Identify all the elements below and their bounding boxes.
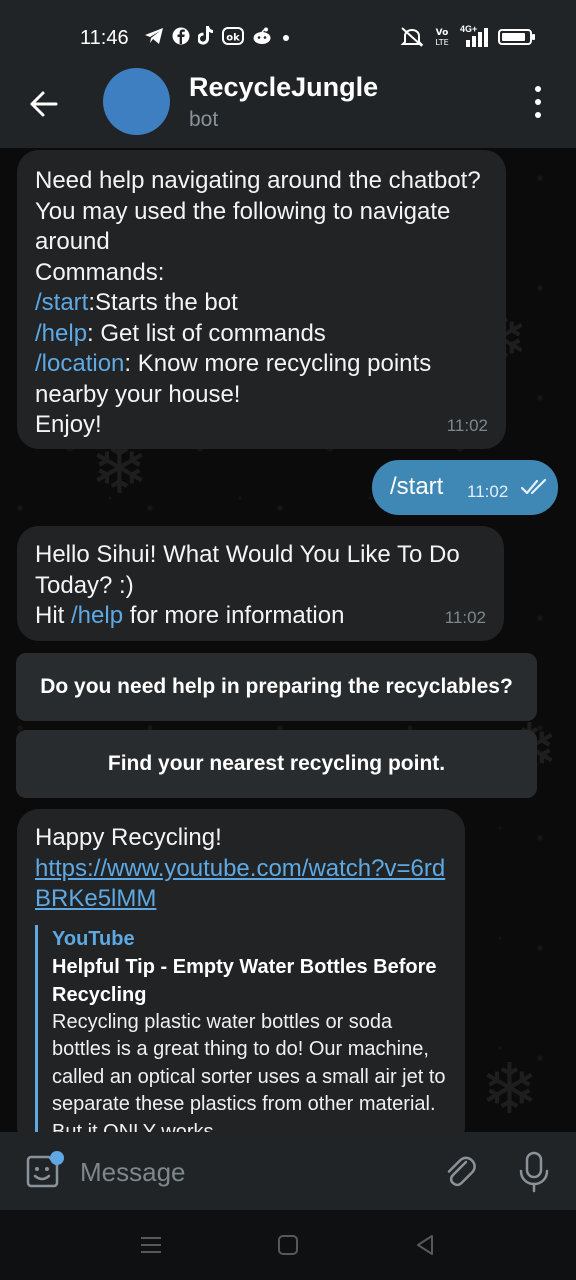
svg-text:Vo: Vo [436, 28, 449, 38]
message-time: 11:02 [446, 415, 488, 435]
signal-4g-icon: 4G+ [460, 24, 488, 48]
youtube-link[interactable]: https://www.youtube.com/watch?v=6rdBRKe5… [35, 855, 445, 913]
facebook-icon [172, 27, 190, 44]
microphone-icon[interactable] [516, 1150, 552, 1194]
system-nav-bar [0, 1210, 576, 1280]
message-text: Need help navigating around the chatbot?… [35, 167, 481, 438]
message-input-bar [0, 1132, 576, 1210]
link-preview[interactable]: YouTube Helpful Tip - Empty Water Bottle… [35, 924, 447, 1133]
message-bubble-outgoing[interactable]: /start 11:02 [372, 460, 558, 515]
preview-title: Helpful Tip - Empty Water Bottles Before… [52, 955, 437, 1006]
dot-icon [283, 34, 289, 41]
preview-description: Recycling plastic water bottles or soda … [52, 1010, 446, 1133]
svg-text:LTE: LTE [435, 38, 448, 47]
notification-icons: ok [144, 26, 292, 45]
home-icon[interactable] [275, 1232, 301, 1258]
chat-area[interactable]: ❄ ❄ ❄ ❄ Need help navigating around the … [0, 148, 576, 1132]
volte-icon: VoLTE [435, 28, 449, 47]
message-text: /start [390, 473, 444, 500]
message-time: 11:02 [467, 482, 509, 501]
keyboard-button-prepare-recyclables[interactable]: Do you need help in preparing the recycl… [16, 653, 537, 721]
double-check-icon [520, 478, 547, 495]
chat-subtitle: bot [189, 108, 219, 131]
battery-icon [498, 29, 535, 45]
tiktok-icon [198, 26, 213, 45]
keyboard-button-find-recycling-point[interactable]: Find your nearest recycling point. [16, 730, 537, 798]
status-time: 11:46 [80, 27, 129, 49]
mute-icon [400, 27, 424, 47]
message-input[interactable] [80, 1154, 420, 1190]
more-options-icon[interactable] [528, 86, 548, 118]
snowflake-icon: ❄ [480, 1050, 539, 1128]
command-link-start[interactable]: /start [35, 289, 88, 316]
back-nav-icon[interactable] [413, 1232, 439, 1258]
message-bubble-incoming[interactable]: Happy Recycling! https://www.youtube.com… [17, 809, 465, 1132]
chat-title[interactable]: RecycleJungle [189, 72, 378, 103]
recent-apps-icon[interactable] [138, 1232, 164, 1258]
message-text: Hello Sihui! What Would You Like To Do T… [35, 541, 460, 629]
paperclip-icon[interactable] [442, 1152, 478, 1192]
telegram-icon [145, 27, 163, 44]
message-bubble-incoming[interactable]: Need help navigating around the chatbot?… [17, 150, 506, 449]
message-bubble-incoming[interactable]: Hello Sihui! What Would You Like To Do T… [17, 526, 504, 641]
chat-header: RecycleJungle bot [0, 58, 576, 148]
avatar[interactable] [103, 68, 170, 135]
message-text: Happy Recycling! https://www.youtube.com… [35, 824, 446, 913]
system-icons: Vo LTE 4G+ [400, 24, 535, 48]
command-link-location[interactable]: /location [35, 350, 124, 377]
preview-site-name: YouTube [52, 927, 135, 950]
command-link-help[interactable]: /help [35, 320, 87, 347]
message-time: 11:02 [444, 607, 486, 627]
app-icon: ok [222, 26, 244, 45]
reddit-icon [253, 27, 271, 44]
back-arrow-icon[interactable] [24, 84, 64, 124]
new-stickers-badge [50, 1151, 64, 1165]
svg-text:ok: ok [226, 32, 240, 43]
command-link-help[interactable]: /help [71, 602, 123, 629]
